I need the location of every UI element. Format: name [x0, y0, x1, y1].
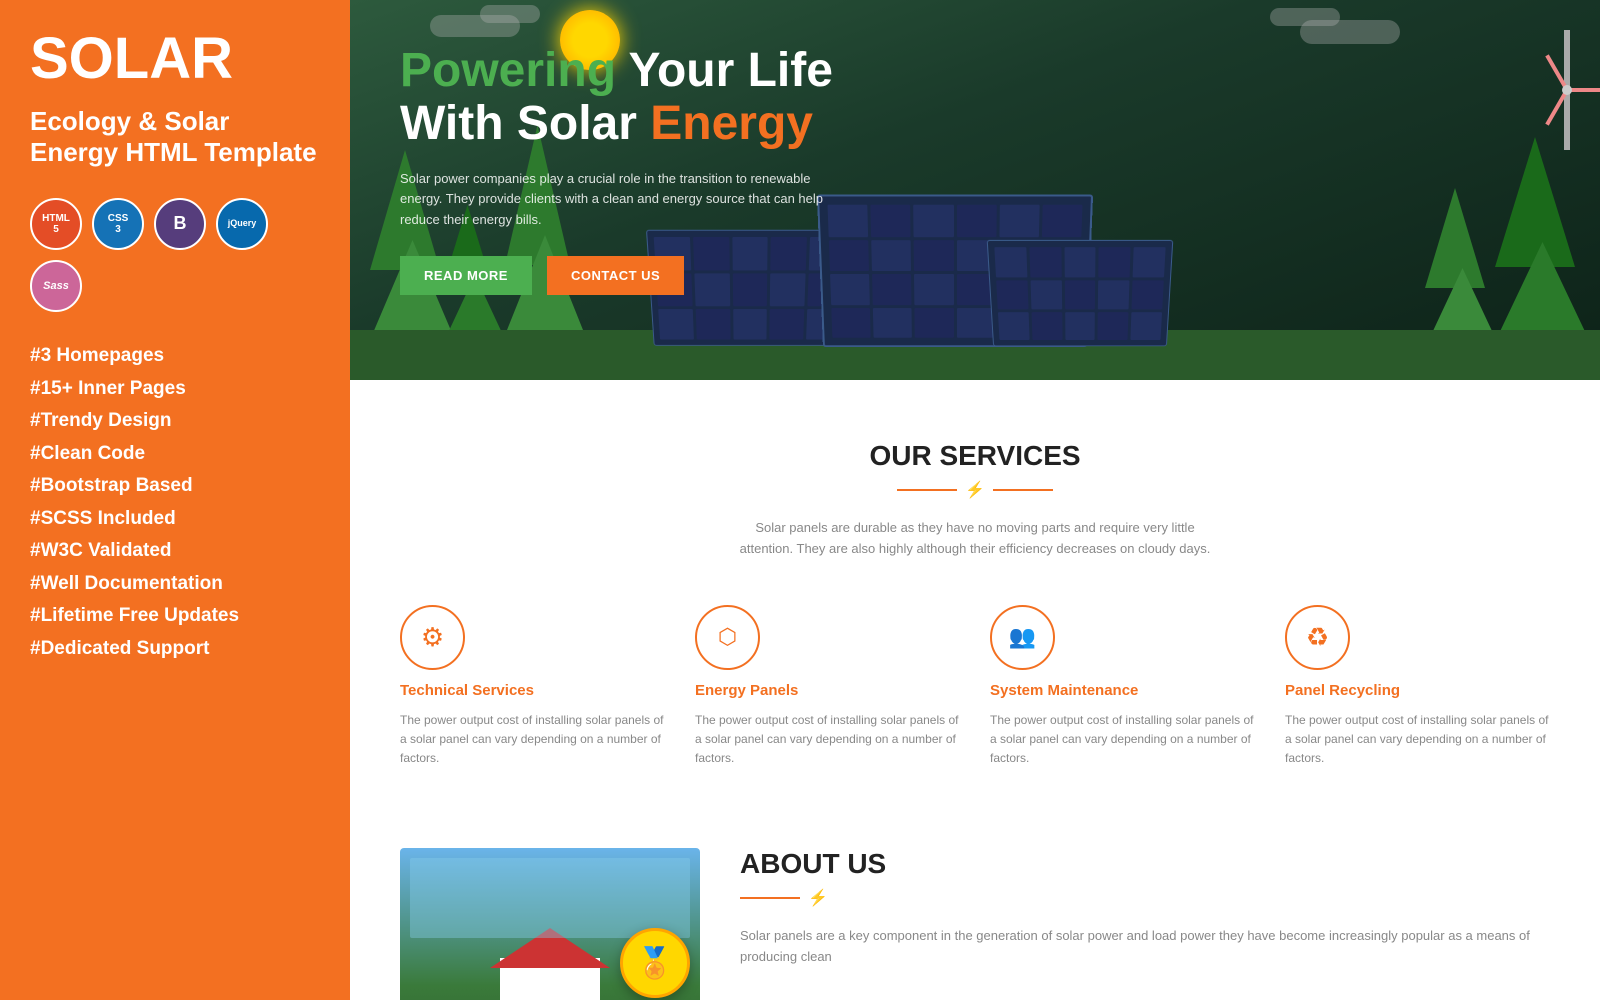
badge-html5: HTML5	[30, 198, 82, 250]
service-item-recycling: ♻ Panel Recycling The power output cost …	[1285, 605, 1550, 769]
panel-recycling-name: Panel Recycling	[1285, 682, 1550, 699]
feature-updates: #Lifetime Free Updates	[30, 602, 320, 631]
hero-content: Powering Your Life With Solar Energy Sol…	[350, 0, 1000, 325]
cloud-4	[1270, 8, 1340, 26]
about-section: 🏅 ABOUT US ⚡ Solar panels are a key comp…	[350, 808, 1600, 1000]
read-more-button[interactable]: READ MORE	[400, 256, 532, 295]
hero-heading: Powering Your Life With Solar Energy	[400, 45, 950, 151]
panel-recycling-icon: ♻	[1285, 605, 1350, 670]
contact-us-button[interactable]: CONTACT US	[547, 256, 684, 295]
left-panel: SOLAR Ecology & Solar Energy HTML Templa…	[0, 0, 350, 1000]
about-divider: ⚡	[740, 888, 1550, 908]
service-item-maintenance: 👥 System Maintenance The power output co…	[990, 605, 1255, 769]
technical-services-name: Technical Services	[400, 682, 665, 699]
services-divider: ⚡	[400, 480, 1550, 500]
hero-section: Powering Your Life With Solar Energy Sol…	[350, 0, 1600, 380]
about-title: ABOUT US	[740, 848, 1550, 880]
technical-services-icon: ⚙	[400, 605, 465, 670]
feature-trendy: #Trendy Design	[30, 407, 320, 436]
feature-support: #Dedicated Support	[30, 635, 320, 664]
divider-line-left	[897, 489, 957, 491]
windmill-right	[1564, 30, 1570, 90]
services-section: OUR SERVICES ⚡ Solar panels are durable …	[350, 380, 1600, 808]
badge-bootstrap: B	[154, 198, 206, 250]
services-grid: ⚙ Technical Services The power output co…	[400, 605, 1550, 769]
about-description: Solar panels are a key component in the …	[740, 926, 1550, 968]
badge-css3: CSS3	[92, 198, 144, 250]
hero-heading-green: Powering	[400, 44, 616, 97]
energy-panels-name: Energy Panels	[695, 682, 960, 699]
feature-inner-pages: #15+ Inner Pages	[30, 375, 320, 404]
right-panel: Powering Your Life With Solar Energy Sol…	[350, 0, 1600, 1000]
energy-panels-desc: The power output cost of installing sola…	[695, 711, 960, 769]
award-icon: 🏅	[636, 946, 673, 981]
about-image: 🏅	[400, 848, 700, 1000]
feature-homepages: #3 Homepages	[30, 342, 320, 371]
main-title: SOLAR	[30, 30, 320, 88]
system-maintenance-desc: The power output cost of installing sola…	[990, 711, 1255, 769]
hero-heading-white2: With Solar	[400, 97, 650, 150]
features-list: #3 Homepages #15+ Inner Pages #Trendy De…	[30, 342, 320, 663]
feature-scss: #SCSS Included	[30, 505, 320, 534]
services-title: OUR SERVICES	[400, 440, 1550, 472]
about-content: ABOUT US ⚡ Solar panels are a key compon…	[740, 848, 1550, 1000]
badge-sass: Sass	[30, 260, 82, 312]
service-item-panels: ⬡ Energy Panels The power output cost of…	[695, 605, 960, 769]
about-divider-line	[740, 897, 800, 899]
system-maintenance-icon: 👥	[990, 605, 1055, 670]
technical-services-desc: The power output cost of installing sola…	[400, 711, 665, 769]
about-lightning-icon: ⚡	[808, 888, 828, 908]
feature-bootstrap: #Bootstrap Based	[30, 472, 320, 501]
services-description: Solar panels are durable as they have no…	[735, 518, 1215, 560]
divider-line-right	[993, 489, 1053, 491]
tech-badges: HTML5 CSS3 B jQuery Sass	[30, 198, 320, 312]
subtitle: Ecology & Solar Energy HTML Template	[30, 106, 320, 168]
hero-heading-orange: Energy	[650, 97, 813, 150]
panel-recycling-desc: The power output cost of installing sola…	[1285, 711, 1550, 769]
system-maintenance-name: System Maintenance	[990, 682, 1255, 699]
hero-description: Solar power companies play a crucial rol…	[400, 169, 830, 231]
service-item-technical: ⚙ Technical Services The power output co…	[400, 605, 665, 769]
hero-buttons: READ MORE CONTACT US	[400, 256, 950, 295]
feature-clean-code: #Clean Code	[30, 440, 320, 469]
energy-panels-icon: ⬡	[695, 605, 760, 670]
badge-jquery: jQuery	[216, 198, 268, 250]
award-badge: 🏅	[620, 928, 690, 998]
feature-w3c: #W3C Validated	[30, 537, 320, 566]
lightning-icon: ⚡	[965, 480, 985, 500]
feature-docs: #Well Documentation	[30, 570, 320, 599]
hero-heading-white1: Your Life	[616, 44, 833, 97]
